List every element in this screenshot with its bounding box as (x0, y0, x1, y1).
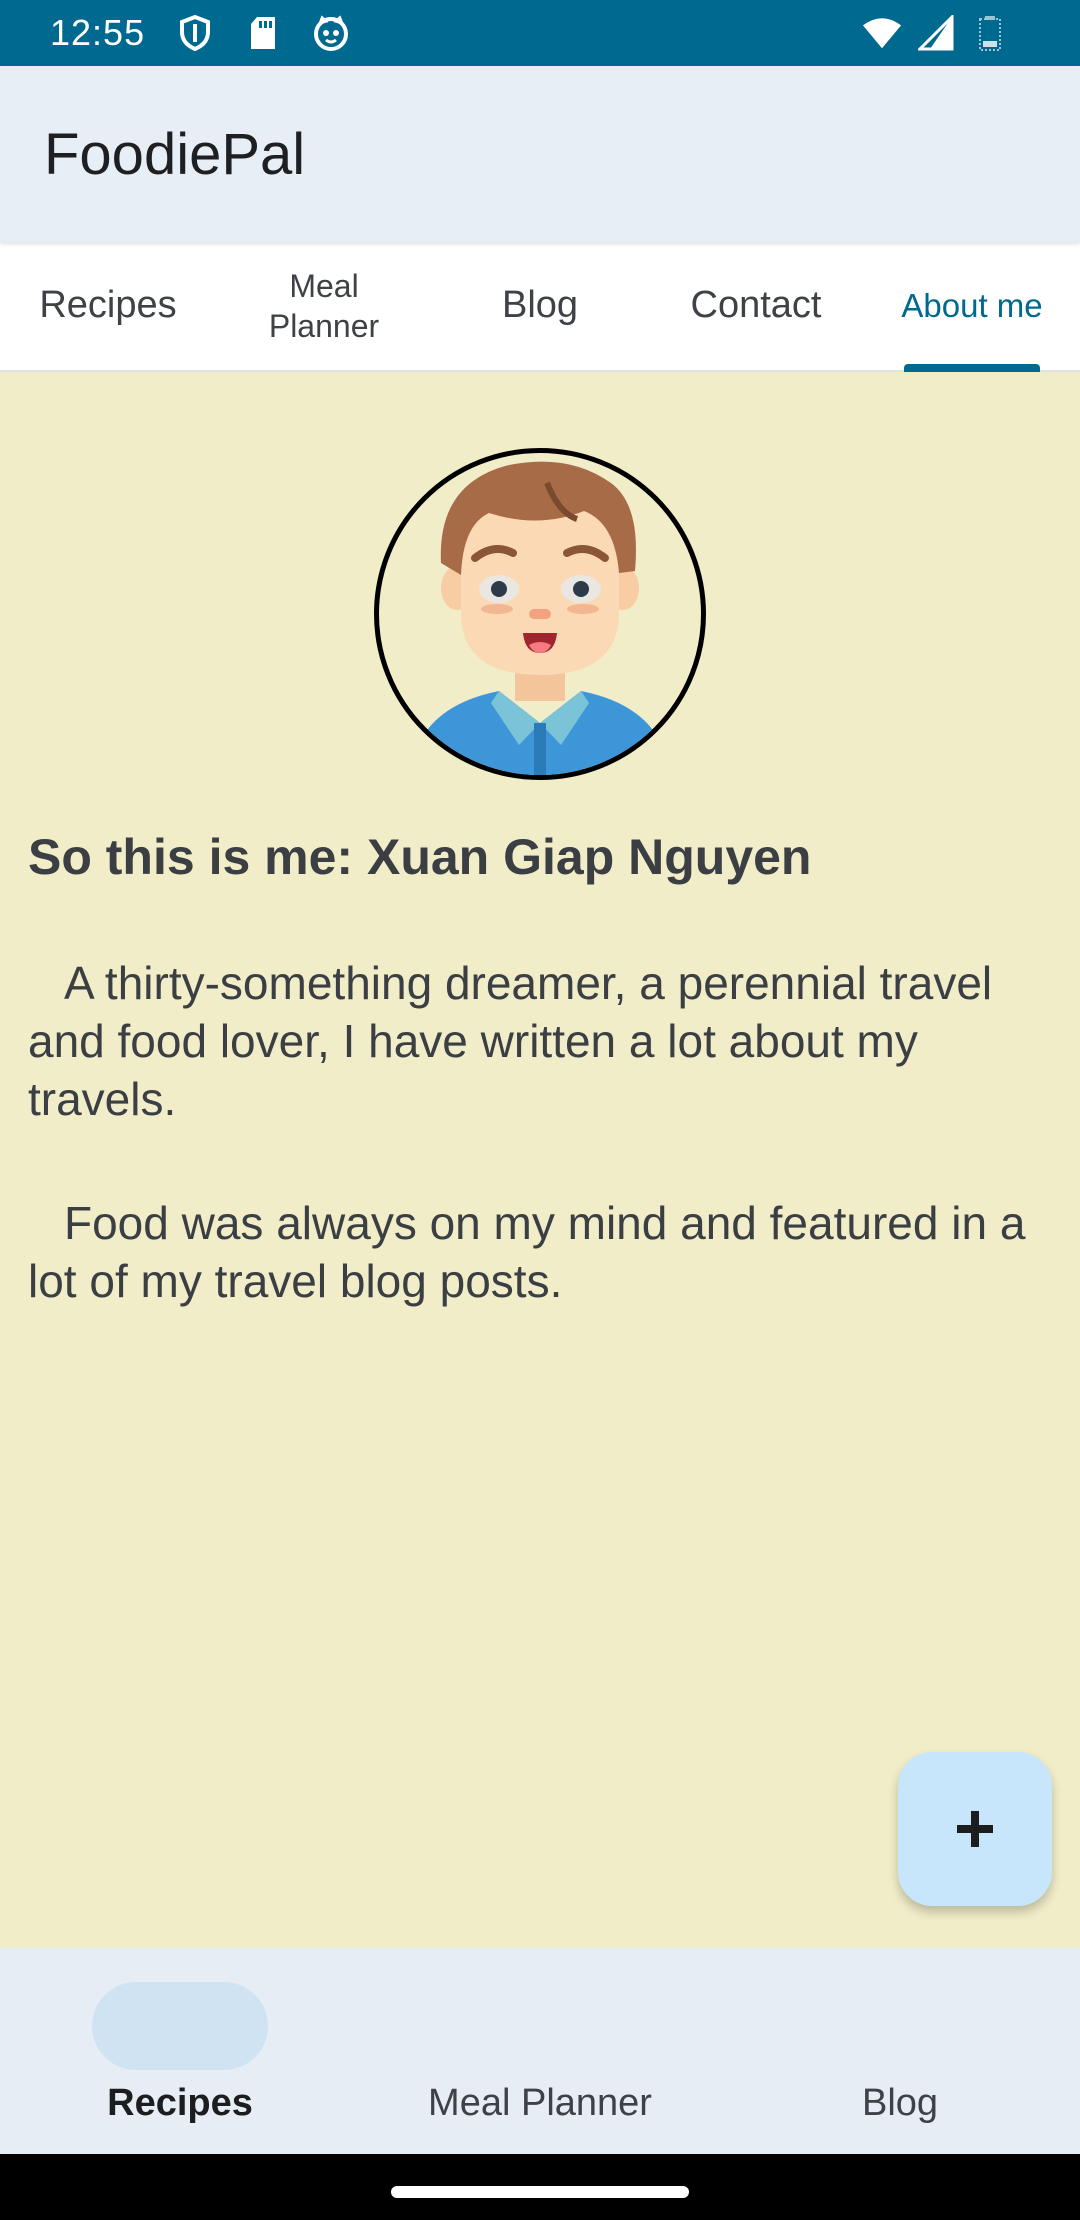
wifi-icon (862, 13, 902, 53)
about-heading: So this is me: Xuan Giap Nguyen (28, 829, 812, 885)
sd-card-icon (243, 13, 283, 53)
tab-meal-planner-label: Meal Planner (268, 268, 380, 344)
tab-about-me-label: About me (901, 287, 1043, 325)
app-bar: FoodiePal (0, 66, 1080, 242)
bottom-nav-blog[interactable]: Blog (720, 1948, 1080, 2154)
tab-about-me[interactable]: About me (864, 242, 1080, 372)
about-paragraph-1: A thirty-something dreamer, a perennial … (28, 957, 993, 1125)
shield-icon (175, 13, 215, 53)
about-paragraph-2: Food was always on my mind and featured … (28, 1197, 1026, 1307)
bottom-nav-recipes-label: Recipes (107, 2082, 253, 2124)
cat-face-icon (311, 13, 351, 53)
app-title: FoodiePal (44, 121, 306, 187)
tab-recipes[interactable]: Recipes (0, 242, 216, 370)
home-gesture-handle[interactable] (391, 2186, 689, 2198)
bottom-nav-recipes[interactable]: Recipes (0, 1948, 360, 2154)
tab-bar: Recipes Meal Planner Blog Contact About … (0, 242, 1080, 372)
bottom-nav-meal-planner[interactable]: Meal Planner (360, 1948, 720, 2154)
tab-blog[interactable]: Blog (432, 242, 648, 370)
status-icons-right (862, 13, 1010, 53)
about-me-content: So this is me: Xuan Giap Nguyen A thirty… (0, 372, 1080, 1948)
tab-meal-planner[interactable]: Meal Planner (216, 242, 432, 370)
status-icons-left (175, 13, 351, 53)
avatar (374, 448, 706, 780)
status-bar: 12:55 (0, 0, 1080, 66)
status-time: 12:55 (50, 12, 146, 53)
bottom-nav-meal-planner-label: Meal Planner (428, 2082, 652, 2124)
avatar-illustration (419, 461, 661, 775)
add-fab-button[interactable] (898, 1752, 1052, 1906)
bottom-nav-blog-label: Blog (861, 2082, 939, 2124)
active-nav-indicator (92, 1982, 268, 2070)
active-tab-indicator (904, 364, 1040, 372)
battery-icon (970, 13, 1010, 53)
tab-contact[interactable]: Contact (648, 242, 864, 370)
signal-icon (916, 13, 956, 53)
plus-icon (957, 1811, 993, 1847)
bottom-navigation: Recipes Meal Planner Blog (0, 1948, 1080, 2154)
gesture-navigation-bar (0, 2154, 1080, 2220)
